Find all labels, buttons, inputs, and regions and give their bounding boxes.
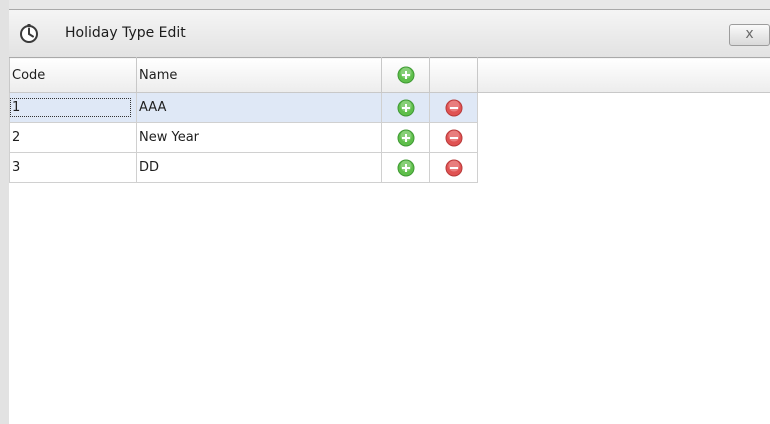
holiday-type-edit-window: Holiday Type Edit x Code Name 1 AAA 2 Ne… <box>0 0 770 424</box>
column-header-filler <box>477 57 770 93</box>
table-row[interactable]: 1 AAA <box>9 92 770 123</box>
cell-empty <box>477 122 770 153</box>
window-top-border <box>0 0 770 9</box>
table-row[interactable]: 3 DD <box>9 152 770 183</box>
table-row[interactable]: 2 New Year <box>9 122 770 153</box>
window-titlebar[interactable]: Holiday Type Edit x <box>9 9 770 58</box>
close-button[interactable]: x <box>729 24 770 46</box>
remove-icon[interactable] <box>445 99 463 117</box>
cell-name-text: AAA <box>139 100 167 115</box>
clock-icon <box>20 24 38 43</box>
add-icon[interactable] <box>397 129 415 147</box>
cell-add[interactable] <box>381 152 430 183</box>
column-header-add[interactable] <box>381 57 430 93</box>
cell-code-text: 3 <box>12 160 21 175</box>
cell-code[interactable]: 3 <box>9 152 137 183</box>
window-title: Holiday Type Edit <box>65 25 186 41</box>
cell-code-text: 2 <box>12 130 21 145</box>
cell-code[interactable]: 1 <box>9 92 137 123</box>
column-header-code[interactable]: Code <box>9 57 137 93</box>
window-left-border <box>0 0 9 424</box>
column-header-name[interactable]: Name <box>136 57 382 93</box>
cell-name[interactable]: New Year <box>136 122 382 153</box>
add-icon[interactable] <box>397 66 415 84</box>
cell-name-text: DD <box>139 160 160 175</box>
column-header-remove <box>429 57 478 93</box>
cell-name[interactable]: AAA <box>136 92 382 123</box>
add-icon[interactable] <box>397 159 415 177</box>
grid-header-row: Code Name <box>9 57 770 93</box>
cell-name-text: New Year <box>139 130 200 145</box>
cell-remove[interactable] <box>429 122 478 153</box>
add-icon[interactable] <box>397 99 415 117</box>
cell-remove[interactable] <box>429 92 478 123</box>
cell-code[interactable]: 2 <box>9 122 137 153</box>
holiday-type-grid: Code Name 1 AAA 2 New Year 3 DD <box>9 57 770 183</box>
remove-icon[interactable] <box>445 129 463 147</box>
cell-name[interactable]: DD <box>136 152 382 183</box>
cell-add[interactable] <box>381 122 430 153</box>
cell-remove[interactable] <box>429 152 478 183</box>
cell-empty <box>477 152 770 183</box>
cell-empty <box>477 92 770 123</box>
cell-code-text: 1 <box>10 98 131 117</box>
remove-icon[interactable] <box>445 159 463 177</box>
close-icon: x <box>745 26 754 42</box>
cell-add[interactable] <box>381 92 430 123</box>
